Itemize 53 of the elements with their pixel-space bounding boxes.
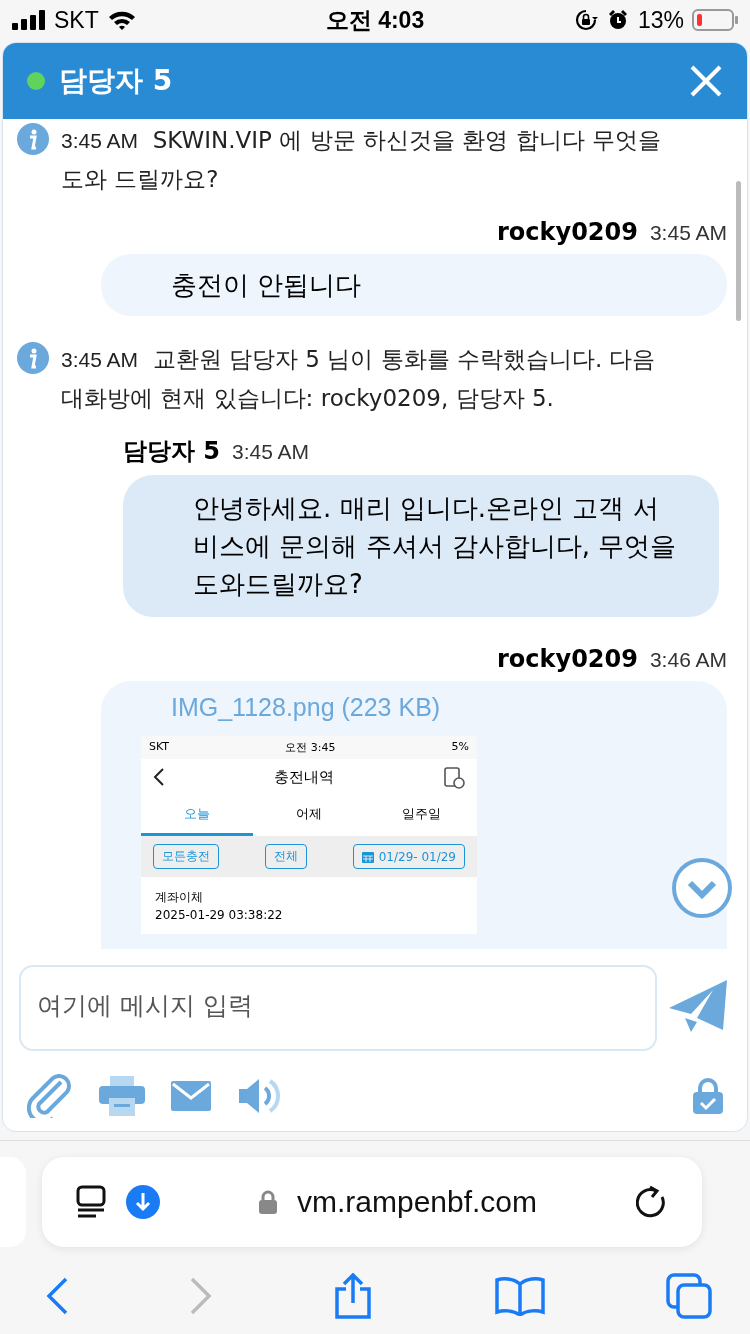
carrier-name: SKT (149, 740, 170, 755)
info-icon (17, 123, 49, 155)
sender-name: 담당자 5 (123, 436, 221, 467)
url-text: vm.rampenbf.com (296, 1185, 538, 1219)
padlock-icon (258, 1190, 277, 1214)
message-bubble: 충전이 안됩니다 (101, 254, 727, 316)
calendar-icon (361, 850, 374, 863)
info-icon (17, 342, 49, 374)
message-input[interactable]: 여기에 메시지 입력 (19, 965, 657, 1051)
message-time: 3:45 AM (232, 440, 310, 464)
envelope-icon[interactable] (171, 1081, 211, 1111)
share-icon[interactable] (333, 1273, 373, 1319)
signal-icon (12, 10, 46, 30)
filter-button: 모든충전 (153, 844, 219, 869)
clipboard-icon (443, 765, 465, 789)
book-icon[interactable] (494, 1276, 545, 1316)
sender-name: rocky0209 (497, 645, 638, 673)
tab-label: 어제 (295, 805, 323, 823)
tab-label: 일주일 (400, 805, 442, 823)
battery-percent: 13% (637, 6, 684, 34)
system-message: 3:45 AM SKWIN.VIP 에 방문 하신것을 환영 합니다 무엇을 도와 드릴까요? (61, 126, 662, 194)
address-bar[interactable]: vm.rampenbf.com (42, 1157, 702, 1247)
close-icon[interactable] (689, 64, 723, 98)
scrollbar[interactable] (736, 181, 741, 321)
message-bubble: 안녕하세요. 매리 입니다.온라인 고객 서비스에 문의해 주셔서 감사합니다, 무엇을 도와드릴까요? (123, 475, 719, 617)
carrier-name: SKT (54, 6, 99, 34)
tabs-icon[interactable] (666, 1273, 712, 1319)
date-range-text: 01/29- 01/29 (378, 849, 456, 864)
screenshot-attachment[interactable]: SKT 오전 3:45 5% 충전내역 오늘 어제 일주일 모든충전 전체 01/29- 01/29 계좌이체 2025-01-29 03:38:22 (141, 736, 477, 934)
sender-name: rocky0209 (497, 218, 638, 246)
battery-icon (692, 8, 738, 32)
page-menu-icon[interactable] (76, 1185, 106, 1219)
download-icon[interactable] (126, 1185, 160, 1219)
status-time: 오전 4:03 (325, 5, 425, 35)
message-time: 3:45 AM (649, 221, 727, 245)
message-time: 3:46 AM (649, 648, 727, 672)
chat-title: 담당자 5 (59, 63, 174, 99)
lock-icon[interactable] (693, 1078, 723, 1114)
rotation-lock-icon (573, 8, 598, 32)
entry-title: 계좌이체 (155, 889, 204, 906)
system-message: 3:45 AM 교환원 담당자 5 님이 통화를 수락했습니다. 다음 대화방에 현재 있습니다: rocky0209, 담당자 5. (61, 345, 657, 413)
printer-icon[interactable] (99, 1076, 145, 1116)
filter-button: 전체 (264, 844, 307, 869)
status-time: 오전 3:45 (285, 740, 336, 755)
paperclip-icon[interactable] (27, 1074, 73, 1118)
entry-date: 2025-01-29 03:38:22 (155, 908, 284, 922)
battery-percent: 5% (451, 740, 469, 755)
screen-title: 충전내역 (274, 767, 334, 787)
back-icon[interactable] (46, 1277, 68, 1315)
scroll-down-icon[interactable] (671, 857, 733, 919)
reload-icon[interactable] (636, 1185, 668, 1219)
forward-icon[interactable] (189, 1277, 212, 1315)
back-icon (153, 767, 165, 787)
